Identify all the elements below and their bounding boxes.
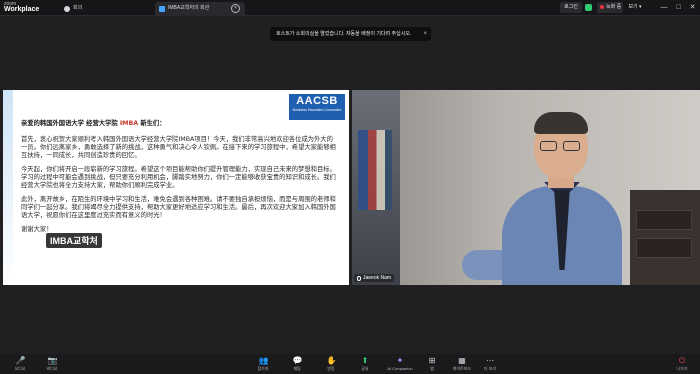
slide-paragraph-1: 首先，衷心祝贺大家顺利考入韩国外国语大学经营大学院IMBA项目！今天，我们非常高…	[21, 136, 336, 159]
mic-icon	[357, 275, 361, 281]
recording-indicator[interactable]: 녹화 중	[597, 2, 623, 13]
shared-screen: AACSB Business Education Connected 亲爱的韩国…	[3, 90, 349, 285]
glasses	[540, 141, 582, 151]
power-icon: ⏻	[678, 356, 686, 365]
slide-paragraph-2: 今天起，你们将开启一段崭新的学习旅程。希望这个项目能帮助你们提升管理能力，实现自…	[21, 166, 336, 189]
whiteboard-icon: ▦	[458, 356, 466, 365]
camera-icon: 📷	[47, 356, 58, 365]
chat-icon: 💬	[292, 356, 303, 365]
sparkle-icon: ✦	[396, 356, 404, 365]
aacsb-logo: AACSB Business Education Connected	[289, 94, 345, 120]
share-button[interactable]: ⬆ 공유	[345, 356, 385, 372]
aacsb-logo-small: Business Education Connected	[292, 108, 342, 112]
banner-text: 호스트가 소회의실을 열었습니다. 자동을 배정이 기다려 주십시오.	[276, 31, 412, 37]
record-dot-icon	[600, 4, 604, 9]
share-label: 공유	[361, 366, 369, 371]
participant-name: Jaeeok Nam	[363, 275, 392, 281]
tab-close-icon[interactable]: ×	[231, 4, 240, 13]
home-icon	[64, 5, 70, 12]
slide-accent-bar	[3, 90, 13, 285]
participant-hair	[534, 112, 588, 134]
participants-icon: 👥	[258, 356, 269, 365]
participant-name-tag: Jaeeok Nam	[354, 274, 395, 282]
meeting-icon	[159, 5, 165, 12]
apps-label: 앱	[430, 366, 434, 371]
maximize-icon[interactable]: □	[676, 2, 680, 13]
close-window-icon[interactable]: ✕	[690, 2, 696, 13]
hand-icon: ✋	[326, 356, 337, 365]
security-shield-icon[interactable]	[585, 2, 593, 13]
participants-label: 참가자	[257, 366, 269, 371]
slide-paragraph-3: 此外，离开故乡，在陌生的环境中学习和生活，难免会遇到各种困难。请不要独自承担烦恼…	[21, 196, 336, 219]
leave-button[interactable]: ⏻ 나가기	[662, 356, 700, 372]
logo-bottom: Workplace	[4, 6, 40, 13]
leave-label: 나가기	[676, 366, 688, 371]
more-icon: ⋯	[486, 356, 494, 365]
minimize-icon[interactable]: —	[660, 2, 667, 13]
video-label: 비디오	[46, 366, 58, 371]
more-label: 더 보기	[483, 366, 497, 371]
share-icon: ⬆	[361, 356, 369, 365]
login-button[interactable]: 로그인	[560, 2, 582, 13]
more-button[interactable]: ⋯ 더 보기	[470, 356, 510, 372]
title-bar: zoom Workplace 회의 IMBA교학처의 회관 × 로그인 녹화 중…	[0, 0, 700, 16]
aacsb-logo-big: AACSB	[296, 95, 338, 107]
meeting-toolbar: 🎤 오디오 📷 비디오 👥 참가자 💬 채팅 ✋ 반응 ⬆ 공유 ✦ AI Co…	[0, 354, 700, 374]
chat-label: 채팅	[293, 366, 301, 371]
slide-greeting: 亲爱的韩国外国语大学 经营大学院 IMBA 新生们：	[21, 120, 166, 127]
slide-body: 亲爱的韩国外国语大学 经营大学院 IMBA 新生们： 首先，衷心祝贺大家顺利考入…	[21, 120, 339, 240]
microphone-icon: 🎤	[15, 356, 26, 365]
audio-label: 오디오	[14, 366, 26, 371]
tab-meeting[interactable]: IMBA교학처의 회관 ×	[155, 2, 245, 15]
view-button[interactable]: 보기 ▾	[624, 2, 646, 13]
tab-home-label: 회의	[73, 5, 83, 11]
window-controls: — □ ✕	[656, 2, 700, 13]
recording-label: 녹화 중	[606, 4, 622, 10]
zoom-logo: zoom Workplace	[4, 1, 39, 13]
books	[358, 130, 392, 210]
whiteboard-label: 화이트보드	[452, 366, 472, 371]
tab-meeting-label: IMBA교학처의 회관	[168, 5, 210, 11]
banner-close-icon[interactable]: ×	[423, 27, 427, 41]
apps-icon: ⊞	[428, 356, 436, 365]
ai-companion-label: AI Companion	[387, 366, 413, 371]
tab-home[interactable]: 회의	[60, 2, 150, 15]
participant-video[interactable]: Jaeeok Nam	[352, 90, 700, 285]
video-button[interactable]: 📷 비디오	[32, 356, 72, 372]
presenter-caption: IMBA교학처	[46, 233, 102, 248]
reactions-label: 반응	[327, 366, 335, 371]
breakout-banner: 호스트가 소회의실을 열었습니다. 자동을 배정이 기다려 주십시오. ×	[270, 27, 431, 41]
cabinet	[630, 190, 700, 285]
view-label: 보기	[628, 4, 638, 10]
